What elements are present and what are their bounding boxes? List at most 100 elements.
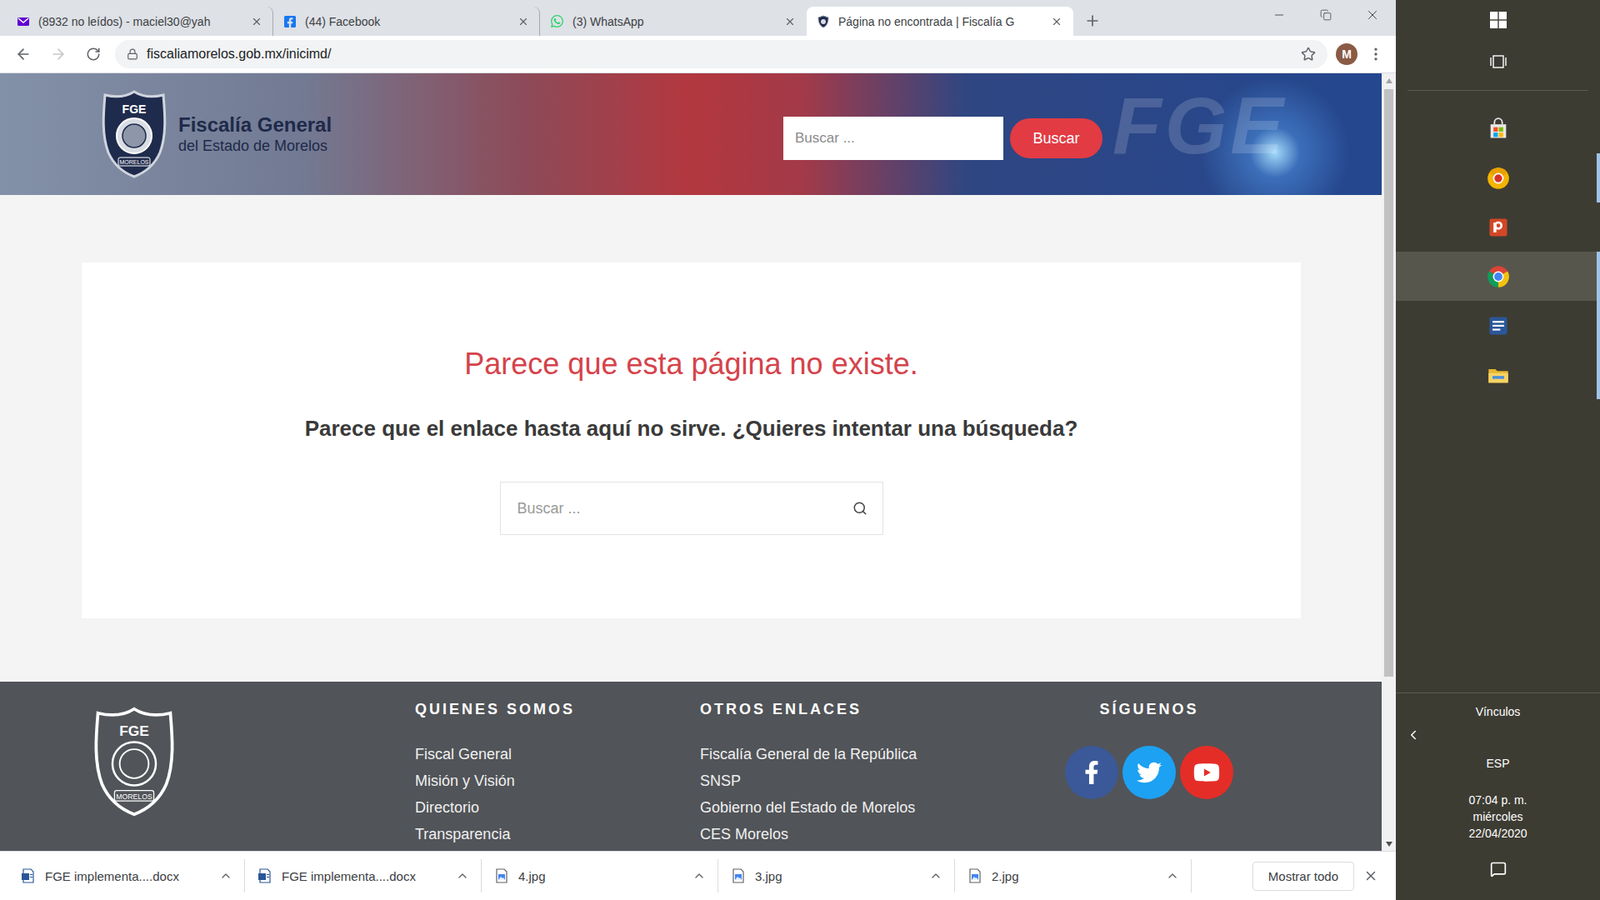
profile-avatar[interactable]: M (1335, 43, 1358, 65)
download-item[interactable]: FGE implementa....docx (245, 859, 482, 893)
start-button[interactable] (1395, 0, 1600, 40)
site-brand[interactable]: FGEMORELOSFiscalía Generaldel Estado de … (100, 89, 332, 180)
download-item[interactable]: 3.jpg (718, 859, 955, 893)
reload-button[interactable] (80, 40, 107, 68)
footer-link[interactable]: CES Morelos (700, 825, 1067, 844)
minimize-button[interactable] (1255, 0, 1303, 30)
social-row (1065, 745, 1234, 800)
browser-tab[interactable]: Página no encontrada | Fiscalía G (806, 6, 1074, 36)
clock-date: 22/04/2020 (1468, 825, 1527, 842)
arrow-left-icon (15, 45, 32, 63)
clock[interactable]: 07:04 p. m.miércoles22/04/2020 (1468, 791, 1527, 842)
download-item[interactable]: FGE implementa....docx (8, 859, 245, 893)
address-bar[interactable]: fiscaliamorelos.gob.mx/inicimd/ (115, 40, 1328, 69)
close-icon[interactable] (784, 15, 796, 28)
download-name: FGE implementa....docx (281, 869, 448, 884)
menu-button[interactable] (1365, 40, 1386, 68)
chevron-up-icon[interactable] (929, 869, 943, 883)
error-search-input[interactable] (515, 499, 845, 519)
chevron-up-icon[interactable] (455, 869, 470, 883)
error-message: Parece que el enlace hasta aquí no sirve… (305, 415, 1079, 442)
brand-text: Fiscalía Generaldel Estado de Morelos (178, 113, 332, 155)
chevron-up-icon[interactable] (219, 869, 233, 883)
header-search-button[interactable]: Buscar (1010, 118, 1103, 159)
browser-icon[interactable] (1486, 166, 1510, 190)
clock-time: 07:04 p. m. (1468, 791, 1527, 809)
scroll-thumb[interactable] (1384, 89, 1394, 677)
header-search-input[interactable] (783, 116, 1004, 160)
browser-tab[interactable]: (3) WhatsApp (540, 6, 807, 36)
taskbar-separator (1407, 90, 1589, 91)
browser-window: (8932 no leídos) - maciel30@yah (44) Face… (0, 0, 1396, 900)
plus-icon (1084, 12, 1101, 30)
chevron-left-icon (1405, 727, 1421, 743)
close-icon[interactable] (517, 15, 530, 28)
chevron-up-icon[interactable] (692, 869, 706, 883)
taskbar-app[interactable] (1395, 350, 1600, 400)
brand-title: Fiscalía General (178, 113, 332, 137)
show-all-button[interactable]: Mostrar todo (1252, 861, 1355, 891)
taskbar-app[interactable] (1395, 153, 1600, 203)
viewport: FGEFGEMORELOSFiscalía Generaldel Estado … (0, 73, 1396, 851)
brand-subtitle: del Estado de Morelos (178, 136, 332, 155)
star-icon[interactable] (1300, 46, 1316, 62)
footer-logo[interactable]: FGEMORELOS (91, 705, 177, 818)
footer-link[interactable]: Directorio (415, 798, 700, 817)
task-view-button[interactable] (1395, 40, 1600, 84)
social-button[interactable] (1180, 745, 1234, 800)
triangle-up-icon (1385, 78, 1393, 84)
social-button[interactable] (1122, 745, 1176, 800)
footer-brand: FGEMORELOS (91, 700, 415, 851)
close-downloads-button[interactable] (1354, 862, 1388, 890)
close-window-button[interactable] (1349, 0, 1396, 30)
triangle-down-icon (1385, 841, 1393, 847)
taskbar: Vínculos ESP 07:04 p. m.miércoles22/04/202… (1395, 0, 1600, 900)
desktop: (8932 no leídos) - maciel30@yah (44) Face… (0, 0, 1600, 900)
taskbar-app[interactable] (1395, 300, 1600, 350)
footer-link[interactable]: Gobierno del Estado de Morelos (700, 798, 1067, 817)
scroll-up-button[interactable] (1381, 73, 1396, 88)
word-icon[interactable] (1486, 314, 1510, 338)
minimize-icon (1272, 8, 1286, 22)
taskbar-app[interactable] (1395, 251, 1600, 301)
store-icon[interactable] (1486, 117, 1510, 141)
url-text: fiscaliamorelos.gob.mx/inicimd/ (146, 46, 1293, 62)
close-icon (1365, 7, 1380, 23)
tray-expand-button[interactable] (1405, 725, 1421, 745)
tab-title: (44) Facebook (305, 15, 510, 29)
folder-icon[interactable] (1486, 363, 1510, 387)
system-tray: Vínculos ESP 07:04 p. m.miércoles22/04/202… (1395, 692, 1600, 900)
download-item[interactable]: 4.jpg (481, 859, 719, 893)
site-logo[interactable]: FGEMORELOS (100, 89, 169, 180)
chevron-up-icon[interactable] (1165, 869, 1180, 883)
close-icon[interactable] (250, 15, 263, 28)
chrome-icon[interactable] (1486, 265, 1510, 289)
scrollbar[interactable] (1381, 73, 1396, 851)
footer-link[interactable]: Misión y Visión (415, 771, 700, 790)
browser-tab[interactable]: (8932 no leídos) - maciel30@yah (6, 6, 274, 36)
links-toolbar[interactable]: Vínculos (1475, 703, 1521, 720)
back-button[interactable] (10, 40, 37, 68)
powerpoint-icon[interactable] (1486, 215, 1510, 240)
close-icon[interactable] (1050, 15, 1063, 28)
footer-link[interactable]: Fiscal General (415, 745, 700, 764)
scroll-down-button[interactable] (1381, 836, 1396, 851)
restore-button[interactable] (1302, 0, 1350, 30)
footer-link[interactable]: Transparencia (415, 825, 700, 844)
downloads-bar: FGE implementa....docx FGE implementa....… (0, 850, 1396, 900)
new-tab-button[interactable] (1080, 8, 1105, 34)
browser-tab[interactable]: (44) Facebook (273, 6, 540, 36)
taskbar-app[interactable] (1395, 104, 1600, 154)
forward-button[interactable] (45, 40, 72, 68)
search-icon[interactable] (852, 500, 868, 516)
input-language[interactable]: ESP (1485, 755, 1510, 772)
restore-icon (1320, 9, 1332, 21)
image-file-icon (493, 867, 510, 885)
download-item[interactable]: 2.jpg (955, 859, 1192, 893)
footer-link[interactable]: SNSP (700, 771, 1067, 790)
action-center-button[interactable] (1490, 858, 1507, 880)
lock-icon (126, 48, 139, 60)
footer-link[interactable]: Fiscalía General de la República (700, 745, 1067, 764)
social-button[interactable] (1065, 745, 1119, 800)
taskbar-app[interactable] (1395, 202, 1600, 252)
